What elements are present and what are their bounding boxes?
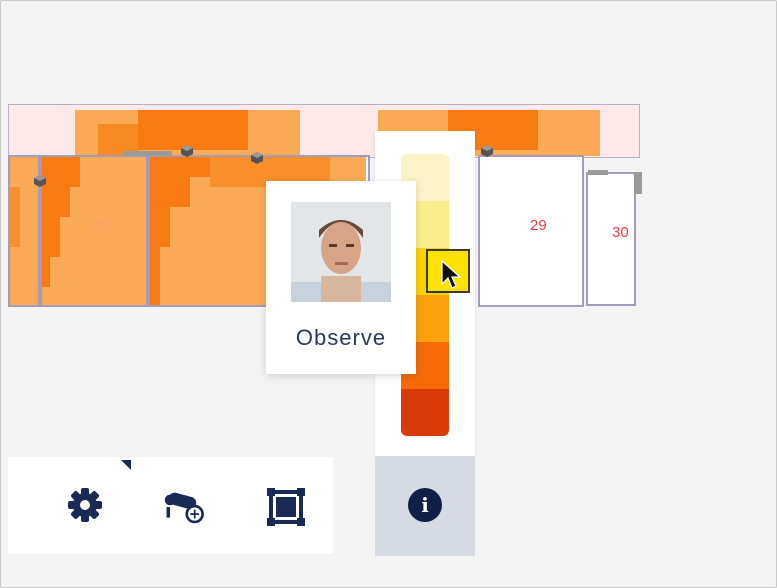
frame-icon[interactable]: [264, 485, 308, 529]
avatar: [291, 202, 391, 302]
room-label: 29: [530, 217, 547, 234]
sensor-icon[interactable]: [180, 144, 194, 158]
observe-label[interactable]: Observe: [266, 325, 416, 351]
wall-segment: [588, 170, 608, 175]
sensor-icon[interactable]: [33, 174, 47, 188]
sensor-icon[interactable]: [250, 151, 264, 165]
wall-segment: [634, 172, 642, 194]
legend-color-swatch: [401, 389, 449, 436]
wall-segment: [124, 151, 172, 156]
sensor-icon[interactable]: [480, 144, 494, 158]
cursor-arrow-icon: [441, 260, 462, 289]
corridor-heatmap: [75, 110, 600, 156]
room-label: 26: [92, 217, 109, 234]
info-icon[interactable]: i: [408, 488, 442, 522]
room-label: 30: [612, 224, 629, 241]
gear-icon[interactable]: [63, 483, 107, 527]
toolbar-indicator: [121, 460, 131, 470]
camera-add-icon[interactable]: [163, 485, 207, 529]
